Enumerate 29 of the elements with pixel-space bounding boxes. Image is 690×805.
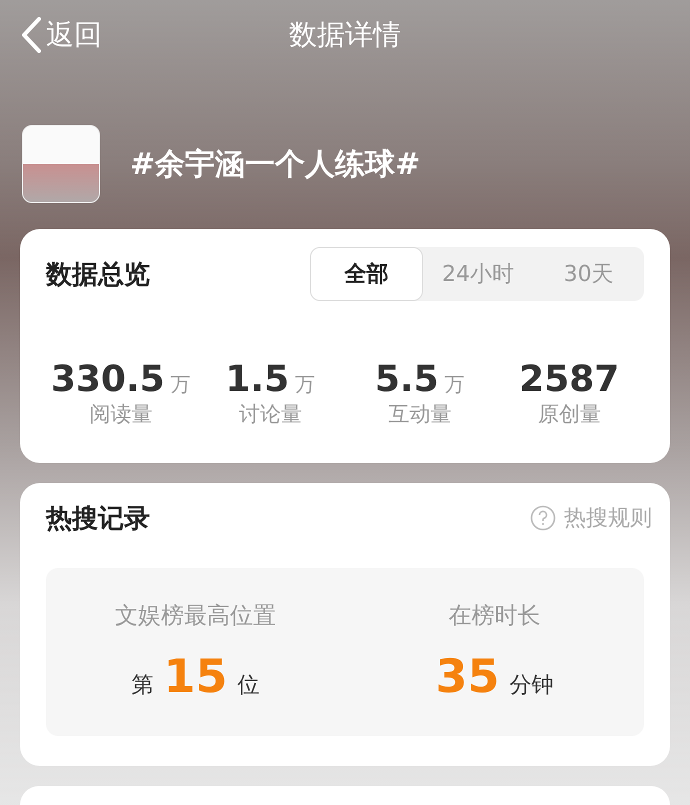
period-tab[interactable]: 24小时 [422,247,534,302]
back-button[interactable]: 返回 [20,16,102,54]
record-label: 文娱榜最高位置 [115,602,276,632]
period-tab[interactable]: 30天 [533,247,644,302]
card-title: 数据总览 [46,258,150,292]
topic-title: #余宇涵一个人练球# [130,146,420,184]
stat-value: 1.5 [225,359,290,400]
back-icon [20,16,42,54]
page-title: 数据详情 [289,17,401,54]
stat-label: 讨论量 [238,401,302,428]
stat-value: 5.5 [374,359,439,400]
rules-link[interactable]: 热搜规则 [530,503,652,534]
stat-value: 330.5 [50,359,165,400]
record-suffix: 分钟 [510,672,554,700]
stat-unit: 万 [295,371,316,398]
stat-value: 2587 [519,359,620,400]
record-prefix: 第 [131,672,154,700]
stat-unit: 万 [170,371,191,398]
record-suffix: 位 [238,672,260,700]
record-value: 35 [435,649,500,704]
stat-label: 互动量 [388,401,452,428]
stat-label: 阅读量 [89,401,152,428]
record-value: 15 [163,649,228,704]
stat-label: 原创量 [538,401,601,428]
record-label: 在榜时长 [448,602,540,632]
help-icon [530,505,556,532]
card-title: 热搜记录 [46,502,150,536]
stat-unit: 万 [444,371,465,398]
period-tab[interactable]: 全部 [310,247,423,302]
